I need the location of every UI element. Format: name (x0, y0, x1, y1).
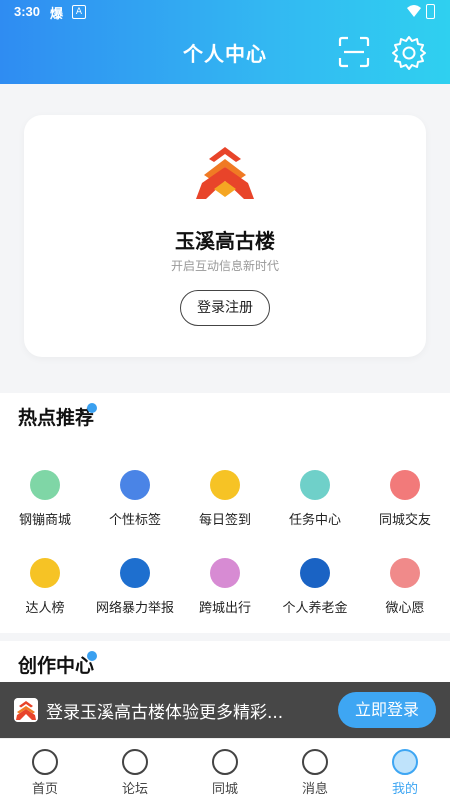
menu-item[interactable]: 微心愿 (360, 558, 450, 616)
menu-item[interactable]: 个人养老金 (270, 558, 360, 616)
menu-item[interactable]: 跨城出行 (180, 558, 270, 616)
menu-item-label: 跨城出行 (198, 601, 251, 616)
tab-mine[interactable]: 我的 (360, 749, 450, 797)
tab-label: 同城 (211, 782, 238, 797)
tab-forum[interactable]: 论坛 (90, 749, 180, 797)
slogan: 开启互动信息新时代 (170, 259, 279, 273)
page-title: 个人中心 (183, 42, 267, 66)
wish-heart-icon (390, 558, 420, 588)
tab-local[interactable]: 同城 (180, 749, 270, 797)
menu-item-label: 微心愿 (385, 601, 425, 616)
menu-item[interactable]: 个性标签 (90, 470, 180, 528)
app-logo-small-icon (14, 698, 38, 722)
login-now-button[interactable]: 立即登录 (338, 692, 436, 728)
battery-icon (426, 4, 435, 19)
tab-label: 首页 (31, 782, 58, 797)
status-time: 3:30 (14, 4, 41, 19)
menu-item-label: 钢镚商城 (18, 513, 71, 528)
menu-item-label: 网络暴力举报 (95, 601, 174, 616)
menu-item[interactable]: 达人榜 (0, 558, 90, 616)
section-dot (87, 403, 97, 413)
tab-home[interactable]: 首页 (0, 749, 90, 797)
crown-icon (30, 558, 60, 588)
menu-item-label: 达人榜 (25, 601, 65, 616)
section-dot (87, 651, 97, 661)
crown-tag-icon (120, 470, 150, 500)
menu-item[interactable]: 同城交友 (360, 470, 450, 528)
menu-item[interactable]: 每日签到 (180, 470, 270, 528)
smile-face-icon (392, 749, 418, 775)
menu-item-label: 每日签到 (198, 513, 251, 528)
hot-section: 热点推荐 钢镚商城 个性标签 每日签到 任务中心 同城交友 达人榜 网络暴力举报… (0, 393, 450, 633)
scan-icon[interactable] (338, 36, 370, 68)
travel-icon (210, 558, 240, 588)
status-a-icon: A (72, 5, 86, 19)
menu-item-label: 个性标签 (108, 513, 161, 528)
calendar-icon (210, 470, 240, 500)
login-register-button[interactable]: 登录注册 (180, 290, 270, 326)
app-logo (196, 147, 254, 199)
chat-bubble-icon (212, 749, 238, 775)
tab-label: 论坛 (121, 782, 148, 797)
menu-item[interactable]: 网络暴力举报 (90, 558, 180, 616)
trophy-icon (300, 470, 330, 500)
menu-item-label: 同城交友 (378, 513, 431, 528)
status-bar: 3:30 爆 A (0, 0, 450, 24)
status-notification-icon: 爆 (50, 7, 64, 22)
app-name: 玉溪高古楼 (175, 229, 275, 253)
tab-label: 我的 (391, 782, 418, 797)
bank-logo-icon (300, 558, 330, 588)
home-icon (32, 749, 58, 775)
piggy-bank-icon (30, 470, 60, 500)
section-title: 创作中心 (18, 655, 95, 677)
header: 3:30 爆 A 个人中心 (0, 0, 450, 84)
tab-messages[interactable]: 消息 (270, 749, 360, 797)
menu-item[interactable]: 钢镚商城 (0, 470, 90, 528)
menu-item-label: 个人养老金 (282, 601, 348, 616)
forum-icon (122, 749, 148, 775)
bottom-tab-bar: 首页 论坛 同城 消息 我的 (0, 738, 450, 801)
message-icon (302, 749, 328, 775)
wifi-icon (407, 5, 421, 17)
report-12377-icon (120, 558, 150, 588)
login-prompt-text: 登录玉溪高古楼体验更多精彩... (46, 703, 284, 723)
section-title: 热点推荐 (18, 407, 95, 429)
heart-icon (390, 470, 420, 500)
tab-label: 消息 (301, 782, 328, 797)
login-prompt-bar: 登录玉溪高古楼体验更多精彩... 立即登录 (0, 682, 450, 738)
profile-card: 玉溪高古楼 开启互动信息新时代 登录注册 (24, 115, 426, 357)
menu-item-label: 任务中心 (288, 513, 341, 528)
menu-item[interactable]: 任务中心 (270, 470, 360, 528)
gear-icon[interactable] (391, 34, 427, 70)
